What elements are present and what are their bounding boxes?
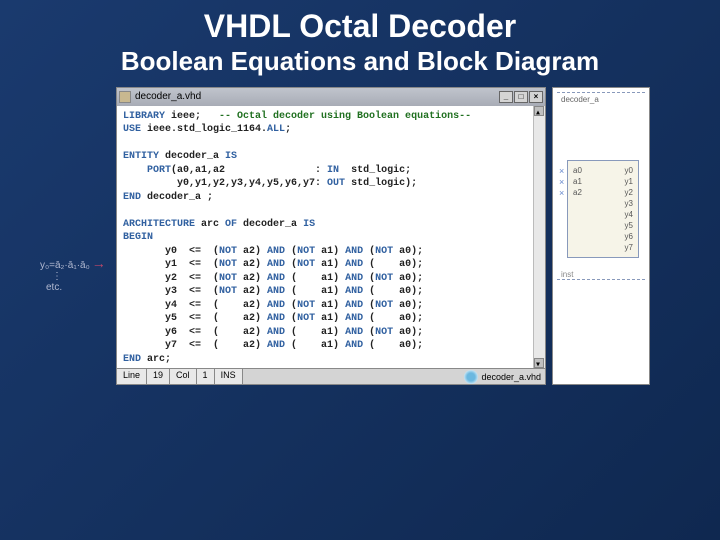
code-line: y0,y1,y2,y3,y4,y5,y6,y7: OUT std_logic); [123,177,539,191]
content-area: y₀=ā₂·ā₁·ā₀→ ⋮ etc. decoder_a.vhd _ □ × … [0,87,720,386]
annotation-eq: y₀=ā₂·ā₁·ā₀→ [40,255,110,271]
pin-input: a0 [573,166,582,175]
slide-subtitle: Boolean Equations and Block Diagram [0,45,720,87]
code-line [123,137,539,151]
annotation-etc: etc. [40,282,110,293]
equation-annotation: y₀=ā₂·ā₁·ā₀→ ⋮ etc. [40,87,110,386]
window-title: decoder_a.vhd [135,91,498,102]
pin-output: y3 [625,199,633,208]
code-line: ARCHITECTURE arc OF decoder_a IS [123,218,539,232]
code-line: y1 <= (NOT a2) AND (NOT a1) AND ( a0); [123,258,539,272]
pin-output: y7 [625,243,633,252]
pin-output: y6 [625,232,633,241]
minimize-button[interactable]: _ [499,91,513,103]
window-titlebar[interactable]: decoder_a.vhd _ □ × [117,88,545,106]
block-title: decoder_a [557,92,645,110]
scroll-down-icon[interactable]: ▾ [534,358,544,368]
pin-output: y2 [625,188,633,197]
slide-title: VHDL Octal Decoder [0,0,720,45]
code-line: y6 <= ( a2) AND ( a1) AND (NOT a0); [123,326,539,340]
status-col-label: Col [170,369,197,384]
arrow-icon: → [92,255,106,271]
globe-icon [464,370,478,384]
pin-input: a2 [573,188,582,197]
pin-input: a1 [573,177,582,186]
status-line-label: Line [117,369,147,384]
code-line: LIBRARY ieee; -- Octal decoder using Boo… [123,110,539,124]
status-line-value: 19 [147,369,170,384]
pin-output: y4 [625,210,633,219]
code-editor[interactable]: ▴ ▾ LIBRARY ieee; -- Octal decoder using… [117,106,545,369]
code-line: END decoder_a ; [123,191,539,205]
scroll-up-icon[interactable]: ▴ [534,106,544,116]
taskbar-file-tab[interactable]: decoder_a.vhd [460,369,545,384]
code-line: ENTITY decoder_a IS [123,150,539,164]
code-line: END arc; [123,353,539,367]
code-line [123,204,539,218]
maximize-button[interactable]: □ [514,91,528,103]
file-icon [119,91,131,103]
annotation-dots: ⋮ [40,271,110,282]
status-ins: INS [215,369,243,384]
taskbar-filename: decoder_a.vhd [481,372,541,382]
close-button[interactable]: × [529,91,543,103]
code-line: USE ieee.std_logic_1164.ALL; [123,123,539,137]
code-line: y7 <= ( a2) AND ( a1) AND ( a0); [123,339,539,353]
block-symbol: a0 y0 a1 y1 a2 y2 y3 y4 y5 y6 y7 [567,160,639,258]
code-line: y0 <= (NOT a2) AND (NOT a1) AND (NOT a0)… [123,245,539,259]
editor-window: decoder_a.vhd _ □ × ▴ ▾ LIBRARY ieee; --… [116,87,546,386]
code-line: PORT(a0,a1,a2 : IN std_logic; [123,164,539,178]
code-line: y3 <= (NOT a2) AND ( a1) AND ( a0); [123,285,539,299]
code-line: y2 <= (NOT a2) AND ( a1) AND (NOT a0); [123,272,539,286]
pin-output: y1 [625,177,633,186]
code-line: y4 <= ( a2) AND (NOT a1) AND (NOT a0); [123,299,539,313]
status-bar: Line 19 Col 1 INS decoder_a.vhd [117,368,545,384]
code-line: BEGIN [123,231,539,245]
pin-output: y5 [625,221,633,230]
block-instance: inst [557,266,645,280]
block-diagram-panel: decoder_a a0y0 a1y1 a2y2 y3 y4 y5 y6 y7 … [552,87,650,386]
scrollbar-vertical[interactable]: ▴ ▾ [533,106,545,369]
code-line: y5 <= ( a2) AND (NOT a1) AND ( a0); [123,312,539,326]
pin-output: y0 [625,166,633,175]
status-col-value: 1 [197,369,215,384]
